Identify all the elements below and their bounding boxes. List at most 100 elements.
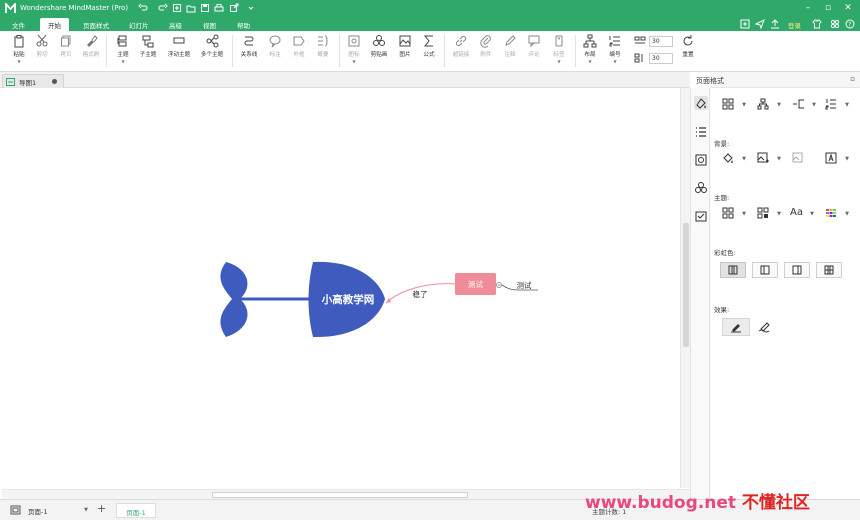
subtopic-button[interactable]: 子主题 (136, 34, 160, 58)
new-file-icon[interactable] (172, 3, 182, 13)
share-icon[interactable] (740, 19, 750, 29)
document-tab[interactable]: 导图1 (2, 74, 64, 88)
horizontal-scroll-thumb[interactable] (212, 492, 468, 498)
hand-drawn-icon (758, 322, 770, 333)
vertical-scroll-thumb[interactable] (683, 223, 689, 347)
clipart-panel-icon[interactable] (694, 181, 708, 195)
effect-option-1[interactable] (722, 318, 750, 336)
minimize-button[interactable]: – (802, 2, 814, 14)
export-icon[interactable] (229, 3, 239, 13)
effect-option-2[interactable] (752, 318, 780, 336)
document-tab-bar: 导图1 (0, 72, 690, 88)
close-button[interactable]: ✕ (842, 2, 854, 14)
numbering-style-dropdown[interactable]: ▼ (825, 98, 849, 112)
paste-button[interactable]: 粘贴 ▼ (8, 34, 30, 64)
comment-icon (528, 35, 540, 48)
numbering-button[interactable]: 编号 ▼ (605, 34, 625, 64)
page-select[interactable]: 页面-1 ▼ (28, 504, 88, 517)
background-label: 背景: (714, 140, 730, 148)
page-format-icon[interactable] (694, 96, 708, 110)
callout-button[interactable]: 标注 (265, 34, 285, 58)
background-image-dropdown[interactable]: ▼ (757, 152, 781, 166)
page-tab[interactable]: 页面-1 (116, 503, 156, 518)
remove-background-button[interactable] (792, 152, 816, 166)
boundary-button[interactable]: 外框 (289, 34, 309, 58)
quick-access-more-icon[interactable] (246, 3, 256, 13)
layout-button[interactable]: 布局 ▼ (580, 34, 600, 64)
page-view-icon[interactable] (10, 505, 21, 515)
map-layout-dropdown[interactable]: ▼ (722, 98, 746, 112)
theme-grid-dropdown[interactable]: ▼ (722, 207, 746, 221)
rainbow-option-2[interactable] (752, 262, 778, 278)
format-painter-button[interactable]: 格式刷 (80, 34, 102, 58)
vertical-spacing-input[interactable]: 30 (649, 53, 673, 64)
theme-color-dropdown[interactable]: ▼ (825, 207, 849, 221)
watermark-dropdown[interactable]: ▼ (825, 152, 849, 166)
topic-button[interactable]: 主题 ▼ (112, 34, 134, 64)
tab-file[interactable]: 文件 (4, 18, 33, 31)
cut-button[interactable]: 剪切 (32, 34, 52, 58)
shirt-theme-icon[interactable] (812, 19, 822, 29)
rainbow-option-1[interactable] (720, 262, 746, 278)
hyperlink-button[interactable]: 超链接 (449, 34, 473, 58)
open-folder-icon[interactable] (186, 3, 196, 13)
clipart-icon (373, 35, 385, 46)
horizontal-spacing-input[interactable]: 30 (649, 36, 673, 47)
rainbow-option-4[interactable] (816, 262, 842, 278)
redo-icon[interactable] (158, 3, 168, 13)
icon-button[interactable]: 图标 ▼ (344, 34, 364, 64)
help-icon[interactable]: ? (845, 19, 855, 29)
tab-advanced[interactable]: 高级 (161, 18, 190, 31)
image-button[interactable]: 图片 (396, 34, 414, 58)
floating-topic-button[interactable]: 浮动主题 (164, 34, 194, 58)
central-topic-text: 小高教学网 (321, 293, 375, 306)
close-tab-dot[interactable] (52, 79, 57, 84)
attachment-button[interactable]: 附件 (477, 34, 495, 58)
mindmap-canvas[interactable]: 小高教学网 稳了 测试 测试 (2, 88, 680, 488)
theme-style-dropdown[interactable]: ▼ (757, 207, 781, 221)
background-fill-dropdown[interactable]: ▼ (722, 152, 746, 166)
rainbow-mode-icon (728, 265, 738, 275)
relationship-label: 稳了 (413, 289, 428, 299)
theme-font-dropdown[interactable]: Aa ▼ (790, 207, 814, 221)
theme-label: 主题: (714, 194, 730, 202)
tab-slides[interactable]: 幻灯片 (121, 18, 157, 31)
tab-help[interactable]: 帮助 (229, 18, 258, 31)
formula-button[interactable]: 公式 (419, 34, 439, 58)
tab-page-style[interactable]: 页面样式 (75, 18, 117, 31)
link-icon (455, 35, 467, 47)
summary-button[interactable]: 概要 (313, 34, 333, 58)
page-select-value: 页面-1 (28, 508, 48, 516)
reset-button[interactable]: 重置 (678, 34, 698, 58)
login-link[interactable]: 登录 (788, 20, 801, 30)
multi-topic-button[interactable]: 多个主题 (197, 34, 227, 58)
note-button[interactable]: 注释 (501, 34, 519, 58)
theme-font-label: Aa (790, 207, 803, 218)
org-chart-icon (757, 98, 769, 110)
clipart-button[interactable]: 剪贴画 (367, 34, 391, 58)
tree-layout-dropdown[interactable]: ▼ (757, 98, 781, 112)
icon-library-icon[interactable] (694, 153, 708, 167)
list-icon[interactable] (694, 125, 708, 139)
vertical-scrollbar[interactable] (680, 88, 690, 488)
print-icon[interactable] (214, 3, 224, 13)
send-icon[interactable] (755, 19, 765, 29)
maximize-button[interactable]: ▫ (822, 2, 834, 14)
comment-button[interactable]: 评论 (525, 34, 543, 58)
connector-style-dropdown[interactable]: ▼ (792, 98, 816, 112)
tag-button[interactable]: 标签 ▼ (549, 34, 569, 64)
rainbow-option-3[interactable] (784, 262, 810, 278)
relationship-button[interactable]: 关系线 (237, 34, 261, 58)
tab-home[interactable]: 开始 (40, 18, 69, 31)
undo-icon[interactable] (138, 3, 148, 13)
copy-button[interactable]: 拷贝 (56, 34, 76, 58)
clipboard-icon (14, 35, 24, 48)
apps-grid-icon[interactable] (830, 19, 840, 29)
task-icon[interactable] (694, 209, 708, 223)
add-page-button[interactable]: + (97, 502, 106, 515)
pin-panel-icon[interactable]: ▫ (850, 75, 855, 83)
tab-view[interactable]: 视图 (195, 18, 224, 31)
save-icon[interactable] (200, 3, 210, 13)
publish-icon[interactable] (770, 19, 780, 29)
floating-topic-text: 测试 (468, 279, 483, 289)
